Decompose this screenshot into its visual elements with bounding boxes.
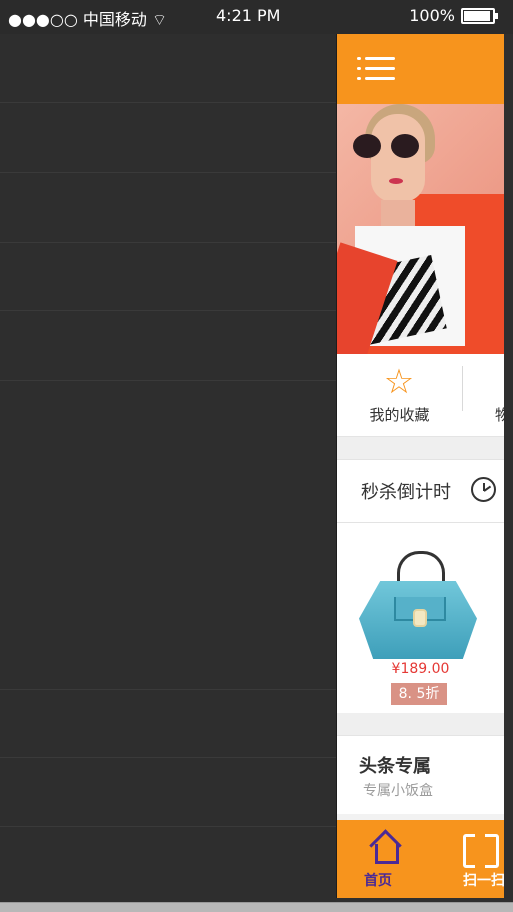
carrier-name: 中国移动: [82, 10, 147, 29]
menu-divider: [0, 380, 336, 381]
menu-divider: [0, 172, 336, 173]
menu-divider: [0, 757, 336, 758]
discount-badge: 8. 5折: [391, 683, 447, 705]
scan-icon[interactable]: [463, 834, 499, 868]
product-card[interactable]: ¥189.00 8. 5折: [337, 523, 504, 713]
home-icon: [371, 834, 399, 864]
quick-actions: ☆ 我的收藏 物: [337, 354, 504, 437]
carrier-signal: ●●●○○ 中国移动 ⌔: [8, 6, 167, 30]
favorites-label: 我的收藏: [369, 406, 430, 424]
status-bar: ●●●○○ 中国移动 ⌔ 4:21 PM 100%: [0, 0, 513, 34]
menu-divider: [0, 689, 336, 690]
hamburger-icon[interactable]: [357, 54, 395, 84]
star-icon: ☆: [383, 362, 415, 402]
product-price: ¥189.00: [391, 661, 450, 677]
nav-scan-label[interactable]: 扫一扫: [463, 870, 504, 890]
signal-strength: ●●●○○: [8, 10, 78, 29]
flash-sale-header: 秒杀倒计时: [337, 459, 504, 523]
section-gap: [337, 713, 504, 735]
flash-sale-title: 秒杀倒计时: [361, 482, 451, 503]
quick-divider: [462, 366, 463, 411]
app-header: [337, 34, 504, 104]
headline-title: 头条专属: [359, 756, 431, 777]
side-menu-panel: [0, 34, 336, 902]
promo-banner[interactable]: [337, 104, 504, 354]
battery-percent: 100%: [409, 6, 455, 25]
wifi-icon: ⌔: [152, 10, 168, 29]
nav-home-label: 首页: [364, 873, 392, 889]
menu-divider: [0, 310, 336, 311]
section-gap: [337, 437, 504, 459]
headline-subtitle: 专属小饭盒: [363, 783, 433, 799]
menu-divider: [0, 242, 336, 243]
bottom-navigation: 首页 扫一扫: [337, 820, 504, 898]
headline-section[interactable]: 头条专属 专属小饭盒: [337, 735, 504, 814]
clock-time: 4:21 PM: [216, 6, 281, 25]
battery-status: 100%: [409, 6, 498, 25]
quick-action-partial[interactable]: 物: [495, 404, 504, 425]
alarm-clock-icon: [471, 477, 496, 502]
battery-icon: [461, 7, 498, 24]
handbag-image: [359, 551, 477, 659]
menu-divider: [0, 102, 336, 103]
menu-divider: [0, 826, 336, 827]
app-content-panel: ☆ 我的收藏 物 秒杀倒计时 ¥189.00 8. 5折 头条专属 专属小饭盒 …: [336, 34, 504, 898]
